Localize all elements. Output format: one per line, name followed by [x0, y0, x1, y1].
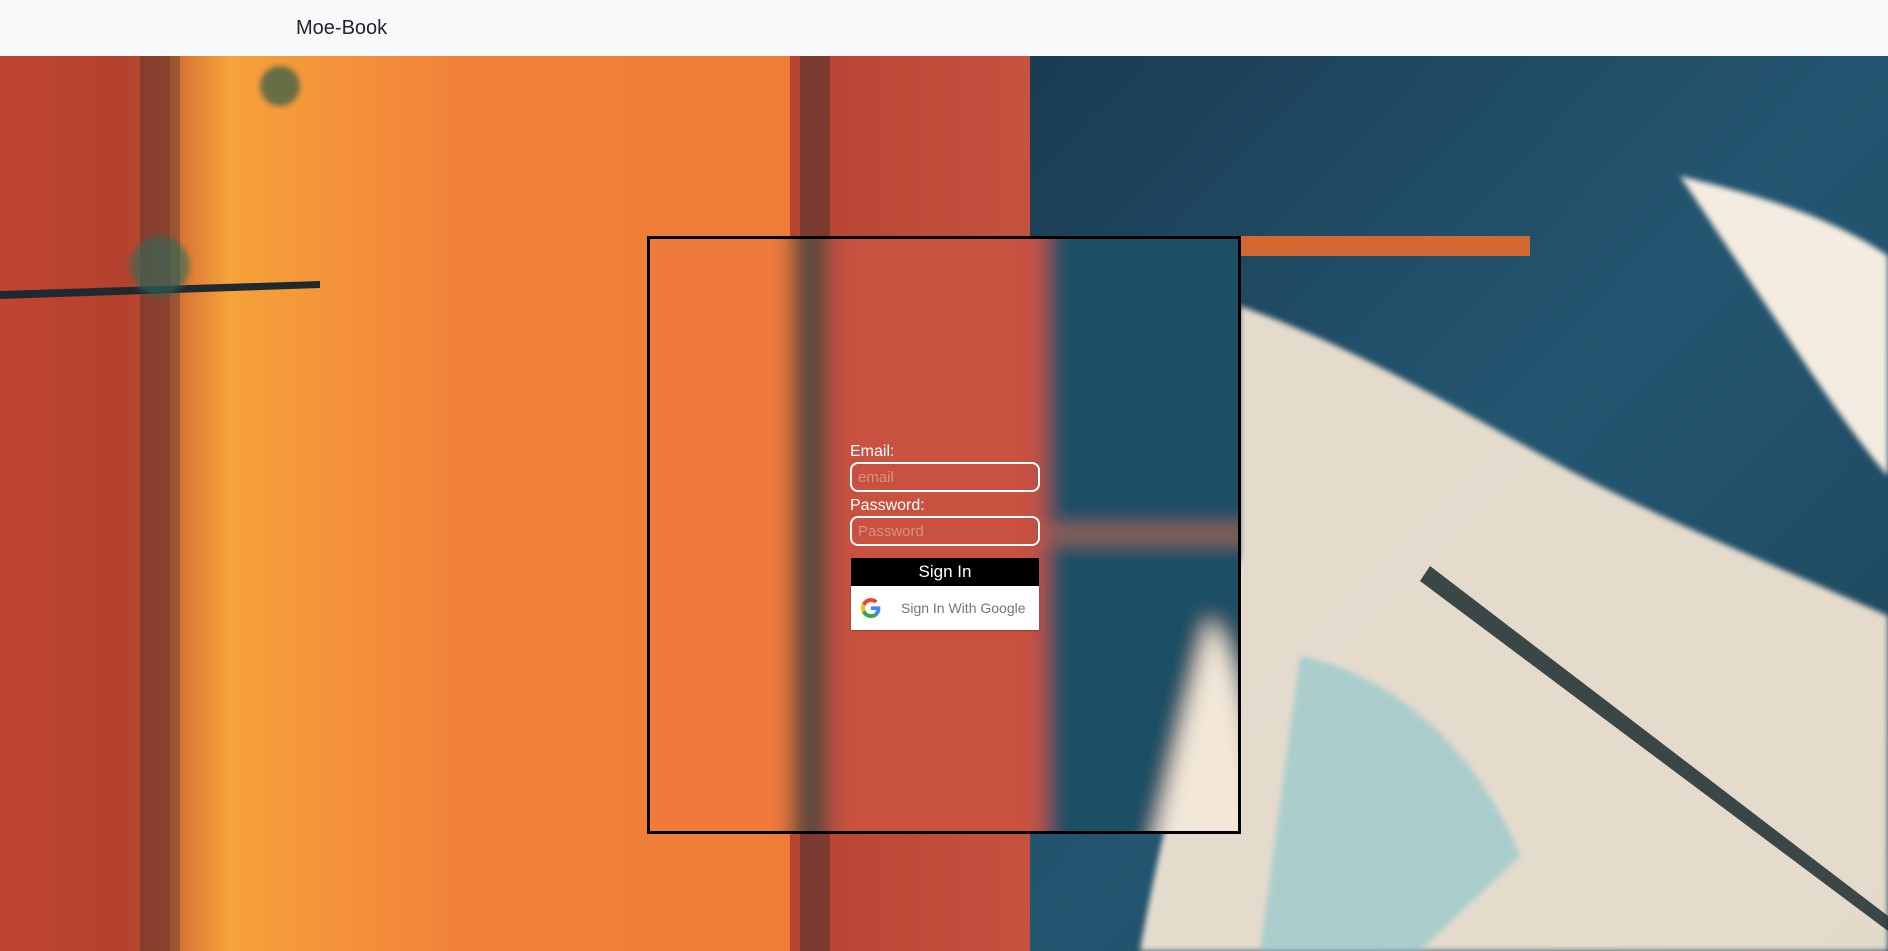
google-g-icon	[861, 598, 881, 618]
google-sign-in-button[interactable]: Sign In With Google	[851, 586, 1039, 630]
password-field[interactable]	[850, 516, 1040, 546]
login-panel: Email: Password: Sign In Sign In With Go…	[647, 236, 1241, 834]
signin-form: Email: Password: Sign In Sign In With Go…	[850, 442, 1040, 630]
email-label: Email:	[850, 443, 895, 460]
password-label: Password:	[850, 497, 925, 514]
email-field[interactable]	[850, 462, 1040, 492]
sign-in-button[interactable]: Sign In	[851, 558, 1039, 586]
navbar: Moe-Book	[0, 0, 1888, 56]
google-sign-in-label: Sign In With Google	[901, 600, 1026, 616]
brand-link[interactable]: Moe-Book	[296, 17, 387, 40]
